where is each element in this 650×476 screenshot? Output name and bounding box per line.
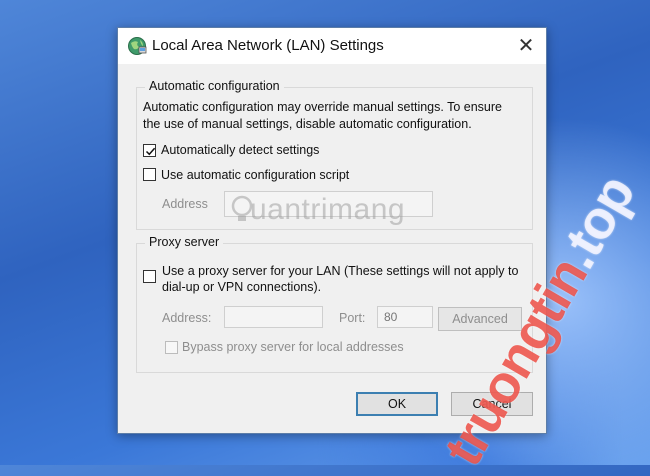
proxy-address-label: Address: <box>162 311 212 325</box>
automatic-configuration-legend: Automatic configuration <box>145 79 284 93</box>
bypass-local-checkbox[interactable] <box>165 341 178 354</box>
ok-button[interactable]: OK <box>356 392 438 416</box>
use-proxy-label-line1[interactable]: Use a proxy server for your LAN (These s… <box>162 264 518 278</box>
proxy-server-legend: Proxy server <box>145 235 224 249</box>
checkmark-icon <box>145 147 156 156</box>
close-button[interactable]: ✕ <box>512 32 540 60</box>
auto-config-script-label[interactable]: Use automatic configuration script <box>161 168 349 182</box>
network-globe-icon <box>128 37 147 55</box>
proxy-port-label: Port: <box>339 311 366 325</box>
window-title: Local Area Network (LAN) Settings <box>152 37 384 54</box>
auto-config-description-line2: the use of manual settings, disable auto… <box>143 117 472 131</box>
title-bar[interactable]: Local Area Network (LAN) Settings ✕ <box>118 28 546 64</box>
auto-config-description-line1: Automatic configuration may override man… <box>143 100 502 114</box>
proxy-address-field[interactable] <box>224 306 323 328</box>
detect-settings-checkbox[interactable] <box>143 144 156 157</box>
proxy-port-field[interactable]: 80 <box>377 306 433 328</box>
auto-config-script-checkbox[interactable] <box>143 168 156 181</box>
detect-settings-label[interactable]: Automatically detect settings <box>161 143 319 157</box>
use-proxy-label-line2[interactable]: dial-up or VPN connections). <box>162 280 321 294</box>
center-watermark-text: uantrimang <box>250 193 406 226</box>
bypass-local-label[interactable]: Bypass proxy server for local addresses <box>182 340 404 354</box>
script-address-label: Address <box>162 197 208 211</box>
use-proxy-checkbox[interactable] <box>143 270 156 283</box>
